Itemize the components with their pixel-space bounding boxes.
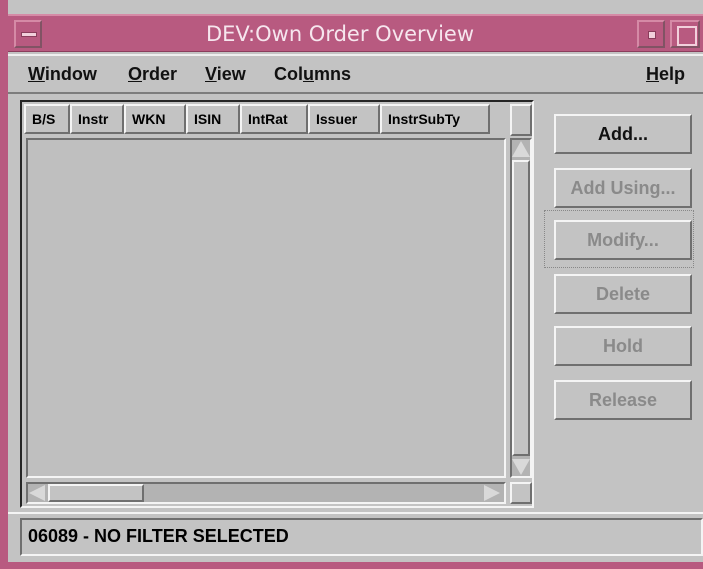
scroll-right-icon[interactable] <box>484 485 500 501</box>
add-button[interactable]: Add... <box>554 114 692 154</box>
scroll-up-icon[interactable] <box>512 141 530 157</box>
add-using-button[interactable]: Add Using... <box>554 168 692 208</box>
column-header-row: B/S Instr WKN ISIN IntRat Issuer InstrSubTy <box>24 104 508 136</box>
status-message: 06089 - NO FILTER SELECTED <box>20 518 703 556</box>
scroll-down-icon[interactable] <box>512 459 530 475</box>
menu-window-rest: indow <box>44 64 97 84</box>
maximize-icon <box>677 26 697 46</box>
menu-columns-mnemonic: u <box>303 64 314 84</box>
window-menu-icon <box>21 32 37 37</box>
window-border-bottom[interactable] <box>0 562 703 569</box>
menu-view-mnemonic: V <box>205 64 217 84</box>
column-header-instrsubty[interactable]: InstrSubTy <box>380 104 490 134</box>
menu-bar <box>8 54 703 94</box>
maximize-button[interactable] <box>670 20 700 48</box>
menu-columns-pre: Col <box>274 64 303 84</box>
column-header-bs[interactable]: B/S <box>24 104 70 134</box>
menu-order-rest: rder <box>142 64 178 84</box>
scroll-corner <box>510 482 532 504</box>
window-menu-button[interactable] <box>14 20 42 48</box>
menu-help[interactable]: Help <box>646 60 685 88</box>
menu-window-mnemonic: W <box>28 64 45 84</box>
window-border-left[interactable] <box>0 0 8 569</box>
header-corner <box>510 104 532 136</box>
menu-window[interactable]: Window <box>28 60 97 88</box>
vertical-scroll-thumb[interactable] <box>512 160 530 456</box>
menu-view[interactable]: View <box>205 60 246 88</box>
modify-button[interactable]: Modify... <box>554 220 692 260</box>
menu-columns-rest: mns <box>314 64 352 84</box>
menu-columns[interactable]: Columns <box>274 60 351 88</box>
delete-button[interactable]: Delete <box>554 274 692 314</box>
column-header-wkn[interactable]: WKN <box>124 104 186 134</box>
column-header-instr[interactable]: Instr <box>70 104 124 134</box>
hold-button[interactable]: Hold <box>554 326 692 366</box>
column-header-isin[interactable]: ISIN <box>186 104 240 134</box>
column-header-intrat[interactable]: IntRat <box>240 104 308 134</box>
horizontal-scroll-thumb[interactable] <box>48 484 144 502</box>
order-list[interactable] <box>26 138 506 478</box>
menu-help-mnemonic: H <box>646 64 659 84</box>
column-header-issuer[interactable]: Issuer <box>308 104 380 134</box>
release-button[interactable]: Release <box>554 380 692 420</box>
scroll-left-icon[interactable] <box>29 485 45 501</box>
window-title: DEV:Own Order Overview <box>205 22 475 46</box>
minimize-button[interactable] <box>637 20 665 48</box>
menu-view-rest: iew <box>216 64 246 84</box>
menu-order-mnemonic: O <box>128 64 143 84</box>
menu-help-rest: elp <box>659 64 686 84</box>
menu-order[interactable]: Order <box>128 60 177 88</box>
minimize-icon <box>648 31 656 39</box>
